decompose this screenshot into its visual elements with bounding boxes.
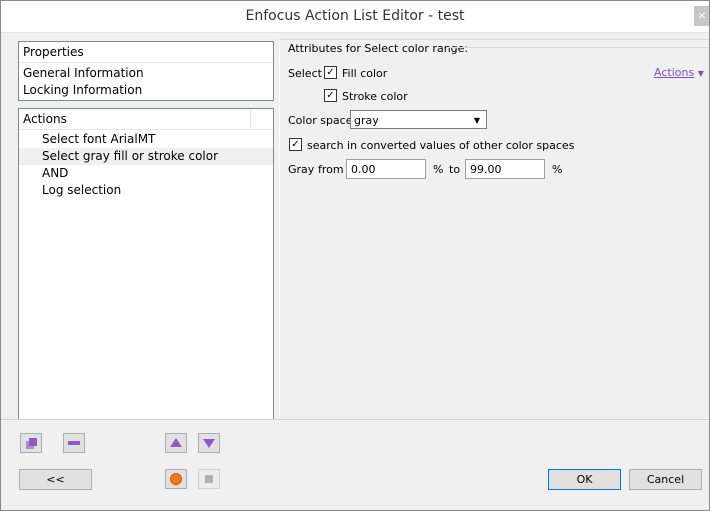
window-title: Enfocus Action List Editor - test [245,8,465,24]
select-label: Select [288,67,322,80]
percent-label-2: % [552,163,563,176]
dropdown-arrow-icon: ▼ [473,116,480,125]
actions-header-divider [250,109,251,129]
stroke-color-label: Stroke color [342,90,408,103]
stop-button[interactable] [198,469,220,489]
remove-action-button[interactable] [63,433,85,453]
move-up-button[interactable] [165,433,187,453]
remove-action-icon [68,441,80,445]
gray-to-input[interactable]: 99.00 [465,159,545,179]
add-action-icon [26,438,37,449]
to-label: to [449,163,461,176]
actions-header-label: Actions [23,112,67,126]
color-space-label: Color space [288,114,353,127]
gray-label: Gray [288,163,315,176]
action-item-select-font[interactable]: Select font ArialMT [19,131,273,148]
fill-color-checkbox[interactable]: ✓ [324,66,337,79]
color-space-value: gray [354,114,379,127]
actions-menu-link[interactable]: Actions ▼ [654,66,704,79]
search-converted-label: search in converted values of other colo… [307,139,575,152]
collapse-button[interactable]: << [19,469,92,490]
close-icon: × [697,9,707,22]
close-button[interactable]: × [694,6,710,26]
properties-panel: Properties General Information Locking I… [18,41,274,101]
properties-item-locking-information[interactable]: Locking Information [19,82,273,99]
properties-header: Properties [19,42,273,63]
percent-label-1: % [433,163,444,176]
move-down-button[interactable] [198,433,220,453]
stop-icon [205,475,213,483]
record-button[interactable] [165,469,187,489]
actions-header: Actions [19,109,273,130]
search-converted-checkbox[interactable]: ✓ [289,138,302,151]
record-icon [170,473,182,485]
cancel-button[interactable]: Cancel [629,469,702,490]
stroke-color-checkbox[interactable]: ✓ [324,89,337,102]
action-item-log-selection[interactable]: Log selection [19,182,273,199]
move-up-icon [170,438,182,447]
actions-link-label: Actions [654,66,695,79]
action-item-select-gray[interactable]: Select gray fill or stroke color [19,148,273,165]
from-label: from [318,163,344,176]
bottom-separator [0,419,710,420]
group-divider [448,47,708,48]
action-item-and[interactable]: AND [19,165,273,182]
attributes-group-title: Attributes for Select color range: [288,42,469,55]
actions-panel: Actions Select font ArialMT Select gray … [18,108,274,420]
properties-item-general-information[interactable]: General Information [19,65,273,82]
ok-button[interactable]: OK [548,469,621,490]
color-space-select[interactable]: gray ▼ [350,110,487,129]
move-down-icon [203,439,215,448]
add-action-button[interactable] [20,433,42,453]
gray-from-input[interactable]: 0.00 [346,159,426,179]
chevron-down-icon: ▼ [697,69,704,78]
fill-color-label: Fill color [342,67,388,80]
